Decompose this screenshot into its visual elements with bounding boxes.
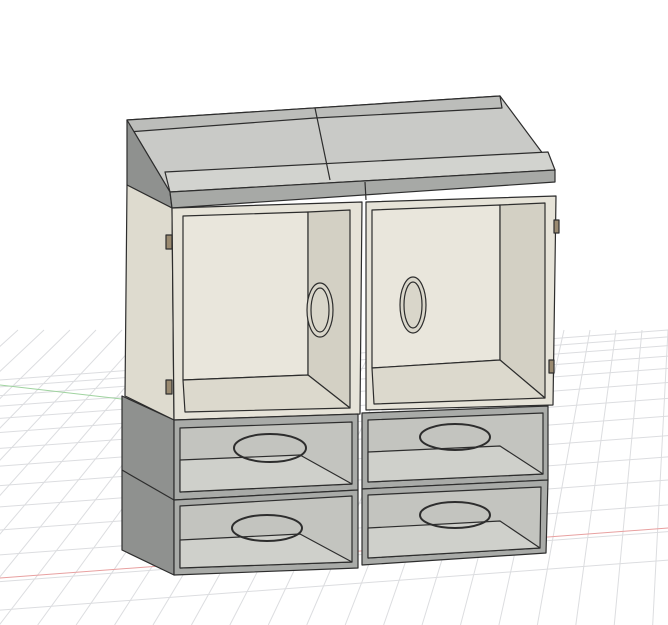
cabinet-model-canvas[interactable] — [0, 0, 668, 625]
hinge-icon — [165, 234, 173, 250]
drawer-bottom-left[interactable] — [173, 489, 359, 576]
drawer-bottom-right[interactable] — [361, 479, 549, 566]
drawer-top-left[interactable] — [173, 413, 359, 501]
drawer-top-right[interactable] — [361, 405, 549, 490]
cad-3d-viewport[interactable] — [0, 0, 668, 625]
hinge-icon — [165, 379, 173, 395]
right-door[interactable] — [365, 195, 560, 411]
grid-line — [613, 329, 643, 625]
top-tray[interactable] — [126, 95, 556, 209]
grid-line — [652, 329, 668, 625]
left-door[interactable] — [165, 201, 363, 421]
hinge-icon — [553, 219, 560, 234]
cabinet-model[interactable] — [121, 95, 560, 576]
hinge-icon — [548, 359, 555, 374]
